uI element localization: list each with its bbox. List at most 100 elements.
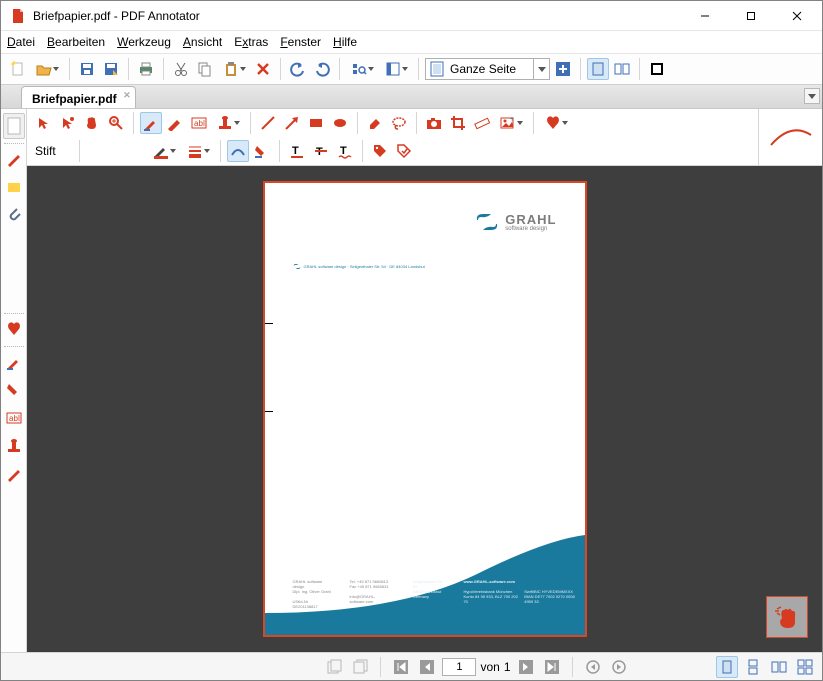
sidebar-toggle-button[interactable] (380, 58, 412, 80)
delete-button[interactable] (252, 58, 274, 80)
search-button[interactable] (346, 58, 378, 80)
menubar: Datei Bearbeiten Werkzeug Ansicht Extras… (1, 31, 822, 53)
rail-edit-pen-icon[interactable] (3, 349, 25, 375)
first-page-button[interactable] (390, 656, 412, 678)
tab-close-icon[interactable]: ✕ (123, 90, 131, 101)
stroke-color-icon[interactable] (148, 140, 180, 162)
page-number-input[interactable] (442, 658, 476, 676)
save-button[interactable] (76, 58, 98, 80)
prev-page-button[interactable] (416, 656, 438, 678)
camera-tool-icon[interactable] (423, 112, 445, 134)
page[interactable]: GRAHL software design GRAHL software des… (265, 183, 585, 635)
menu-werkzeug[interactable]: Werkzeug (117, 35, 171, 49)
paste-button[interactable] (218, 58, 250, 80)
menu-ansicht[interactable]: Ansicht (183, 35, 222, 49)
menu-hilfe[interactable]: Hilfe (333, 35, 357, 49)
rail-highlighter-icon[interactable] (3, 174, 25, 200)
curve-style-icon[interactable] (227, 140, 249, 162)
rect-tool-icon[interactable] (305, 112, 327, 134)
snapshot-next-icon[interactable] (349, 656, 371, 678)
fullscreen-button[interactable] (646, 58, 668, 80)
rail-favorite-icon[interactable] (3, 316, 25, 342)
rail-marker-icon[interactable] (3, 377, 25, 403)
history-back-button[interactable] (582, 656, 604, 678)
menu-datei[interactable]: Datei (7, 35, 35, 49)
zoom-page-icon (428, 60, 446, 78)
pan-tool-icon[interactable] (81, 112, 103, 134)
textbox-tool-icon[interactable]: abI (188, 112, 210, 134)
text-strikethrough-icon[interactable]: T (310, 140, 332, 162)
redo-button[interactable] (311, 58, 333, 80)
menu-fenster[interactable]: Fenster (280, 35, 321, 49)
tab-menu-button[interactable] (804, 88, 820, 104)
zoom-caret-icon[interactable] (533, 59, 549, 79)
text-squiggle-icon[interactable]: T (334, 140, 356, 162)
rail-stamp-icon[interactable] (3, 433, 25, 459)
zoom-tool-icon[interactable] (105, 112, 127, 134)
stroke-preview (758, 109, 822, 165)
maximize-button[interactable] (728, 1, 774, 30)
crop-tool-icon[interactable] (447, 112, 469, 134)
highlighter-tool-icon[interactable] (164, 112, 186, 134)
history-fwd-button[interactable] (608, 656, 630, 678)
cut-button[interactable] (170, 58, 192, 80)
view-single-button[interactable] (716, 656, 738, 678)
image-tool-icon[interactable]: + (495, 112, 527, 134)
view-twopage-cont-button[interactable] (794, 656, 816, 678)
ellipse-tool-icon[interactable] (329, 112, 351, 134)
logo-text-1: GRAHL (505, 213, 556, 226)
fold-mark-1 (265, 323, 273, 324)
page-navigation: von 1 (323, 656, 629, 678)
view-continuous-button[interactable] (742, 656, 764, 678)
stroke-width-icon[interactable] (182, 140, 214, 162)
eraser-tool-icon[interactable] (364, 112, 386, 134)
view-twopage-button[interactable] (768, 656, 790, 678)
rail-attachment-icon[interactable] (3, 202, 25, 228)
document-tab[interactable]: Briefpapier.pdf ✕ (21, 86, 136, 108)
minimize-button[interactable] (682, 1, 728, 30)
pen-tool-icon[interactable] (140, 112, 162, 134)
rail-pen2-icon[interactable] (3, 461, 25, 487)
tag-options-icon[interactable] (393, 140, 415, 162)
favorite-tool-icon[interactable] (540, 112, 572, 134)
next-page-button[interactable] (515, 656, 537, 678)
svg-text:+: + (510, 116, 514, 123)
titlebar: Briefpapier.pdf - PDF Annotator (1, 1, 822, 31)
statusbar: von 1 (1, 652, 822, 680)
menu-extras[interactable]: Extras (234, 35, 268, 49)
menu-bearbeiten[interactable]: Bearbeiten (47, 35, 105, 49)
layout-single-button[interactable] (587, 58, 609, 80)
open-button[interactable] (31, 58, 63, 80)
arrow-tool-icon[interactable] (281, 112, 303, 134)
saveas-button[interactable] (100, 58, 122, 80)
company-logo: GRAHL software design (475, 211, 556, 233)
layout-two-button[interactable] (611, 58, 633, 80)
app-window: Briefpapier.pdf - PDF Annotator Datei Be… (0, 0, 823, 681)
rail-pen-icon[interactable] (3, 146, 25, 172)
touch-mode-button[interactable] (766, 596, 808, 638)
zoom-add-button[interactable] (552, 58, 574, 80)
document-viewport[interactable]: GRAHL software design GRAHL software des… (27, 166, 822, 652)
app-icon (9, 7, 27, 25)
zoom-select[interactable]: Ganze Seite (425, 58, 550, 80)
snapshot-prev-icon[interactable] (323, 656, 345, 678)
select-point-tool-icon[interactable] (57, 112, 79, 134)
new-button[interactable] (7, 58, 29, 80)
last-page-button[interactable] (541, 656, 563, 678)
print-button[interactable] (135, 58, 157, 80)
line-tool-icon[interactable] (257, 112, 279, 134)
lasso-tool-icon[interactable] (388, 112, 410, 134)
workarea: abI abI (1, 109, 822, 652)
measure-tool-icon[interactable] (471, 112, 493, 134)
text-underline-icon[interactable]: T (286, 140, 308, 162)
svg-text:abI: abI (9, 414, 20, 423)
rail-text-icon[interactable]: abI (3, 405, 25, 431)
copy-button[interactable] (194, 58, 216, 80)
close-button[interactable] (774, 1, 820, 30)
rail-page-icon[interactable] (3, 113, 25, 139)
stamp-tool-icon[interactable] (212, 112, 244, 134)
undo-button[interactable] (287, 58, 309, 80)
pressure-style-icon[interactable] (251, 140, 273, 162)
tag-icon[interactable] (369, 140, 391, 162)
select-tool-icon[interactable] (33, 112, 55, 134)
